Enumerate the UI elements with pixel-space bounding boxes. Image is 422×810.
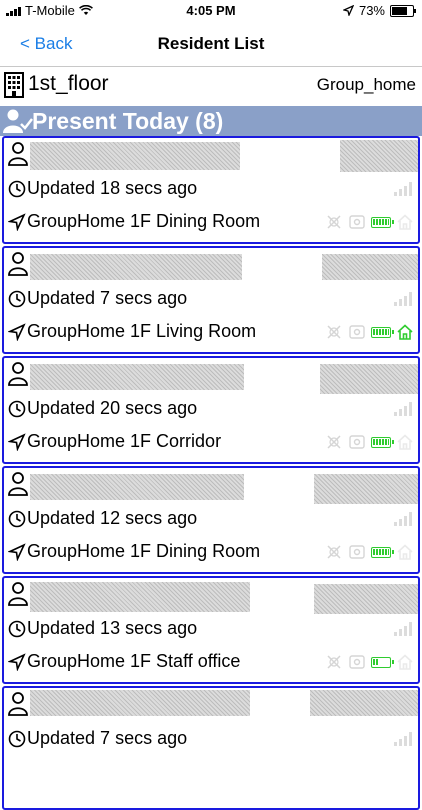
resident-id-redacted — [314, 474, 418, 504]
resident-name-redacted — [30, 254, 242, 280]
updated-label: Updated 20 secs ago — [27, 398, 198, 418]
navigation-bar: < Back Resident List — [0, 22, 422, 67]
clock-icon — [8, 180, 26, 198]
resident-name-redacted — [30, 690, 250, 716]
signal-strength-icon — [394, 402, 412, 416]
resident-id-redacted — [320, 364, 418, 394]
section-title: Present Today (8) — [32, 108, 224, 134]
sensor-icon — [349, 545, 365, 559]
device-status-icons — [325, 433, 414, 451]
location-arrow-icon — [342, 5, 354, 16]
location-arrow-icon — [8, 543, 26, 561]
sensor-icon — [349, 215, 365, 229]
no-fall-icon — [327, 435, 341, 449]
sensor-icon — [349, 325, 365, 339]
device-battery-icon — [371, 326, 394, 338]
person-icon — [8, 472, 28, 496]
person-icon — [8, 142, 28, 166]
resident-id-redacted — [340, 140, 418, 172]
resident-id-redacted — [322, 254, 418, 280]
resident-card[interactable]: Updated 7 secs ago GroupHome 1F Living R… — [2, 246, 420, 354]
device-status-icons — [325, 323, 414, 341]
floor-header: 1st_floor Group_home — [0, 66, 422, 104]
resident-name-redacted — [30, 364, 244, 390]
building-icon — [4, 72, 24, 98]
resident-card[interactable]: Updated 18 secs ago GroupHome 1F Dining … — [2, 136, 420, 244]
battery-icon — [390, 4, 416, 17]
signal-strength-icon — [394, 182, 412, 196]
signal-strength-icon — [394, 292, 412, 306]
person-check-icon — [3, 109, 33, 133]
resident-card[interactable]: Updated 7 secs ago — [2, 686, 420, 810]
location-label: GroupHome 1F Dining Room — [27, 211, 261, 231]
location-arrow-icon — [8, 653, 26, 671]
resident-name-redacted — [30, 474, 244, 500]
home-icon — [397, 214, 413, 230]
resident-id-redacted — [310, 690, 418, 716]
resident-card[interactable]: Updated 12 secs ago GroupHome 1F Dining … — [2, 466, 420, 574]
clock-icon — [8, 290, 26, 308]
resident-name-redacted — [30, 142, 240, 170]
signal-strength-icon — [394, 622, 412, 636]
person-icon — [8, 362, 28, 386]
device-battery-icon — [371, 216, 394, 228]
person-icon — [8, 252, 28, 276]
updated-label: Updated 13 secs ago — [27, 618, 198, 638]
present-today-header: Present Today (8) — [0, 106, 422, 136]
person-icon — [8, 692, 28, 716]
clock-icon — [8, 730, 26, 748]
updated-label: Updated 7 secs ago — [27, 288, 188, 308]
location-arrow-icon — [8, 323, 26, 341]
no-fall-icon — [327, 655, 341, 669]
device-status-icons — [325, 653, 414, 671]
signal-strength-icon — [394, 732, 412, 746]
page-title: Resident List — [157, 34, 265, 53]
status-bar: T-Mobile 4:05 PM 73% — [0, 0, 422, 22]
resident-card[interactable]: Updated 20 secs ago GroupHome 1F Corrido… — [2, 356, 420, 464]
group-name: Group_home — [316, 75, 416, 94]
battery-percent: 73% — [358, 3, 385, 18]
no-fall-icon — [327, 325, 341, 339]
clock-icon — [8, 400, 26, 418]
signal-strength-icon — [394, 512, 412, 526]
device-status-icons — [325, 213, 414, 231]
location-label: GroupHome 1F Corridor — [27, 431, 222, 451]
home-icon — [397, 434, 413, 450]
updated-label: Updated 18 secs ago — [27, 178, 198, 198]
device-status-icons — [325, 543, 414, 561]
device-battery-icon — [371, 546, 394, 558]
resident-name-redacted — [30, 582, 250, 612]
home-icon — [397, 654, 413, 670]
clock-icon — [8, 510, 26, 528]
updated-label: Updated 12 secs ago — [27, 508, 198, 528]
clock-icon — [8, 620, 26, 638]
updated-label: Updated 7 secs ago — [27, 728, 188, 748]
resident-id-redacted — [314, 584, 418, 614]
home-icon — [397, 324, 413, 340]
location-label: GroupHome 1F Living Room — [27, 321, 257, 341]
sensor-icon — [349, 655, 365, 669]
location-label: GroupHome 1F Dining Room — [27, 541, 261, 561]
home-icon — [397, 544, 413, 560]
location-arrow-icon — [8, 213, 26, 231]
device-battery-icon — [371, 656, 394, 668]
floor-name: 1st_floor — [28, 72, 109, 95]
person-icon — [8, 582, 28, 606]
sensor-icon — [349, 435, 365, 449]
location-arrow-icon — [8, 433, 26, 451]
resident-card[interactable]: Updated 13 secs ago GroupHome 1F Staff o… — [2, 576, 420, 684]
device-battery-icon — [371, 436, 394, 448]
no-fall-icon — [327, 215, 341, 229]
no-fall-icon — [327, 545, 341, 559]
location-label: GroupHome 1F Staff office — [27, 651, 241, 671]
